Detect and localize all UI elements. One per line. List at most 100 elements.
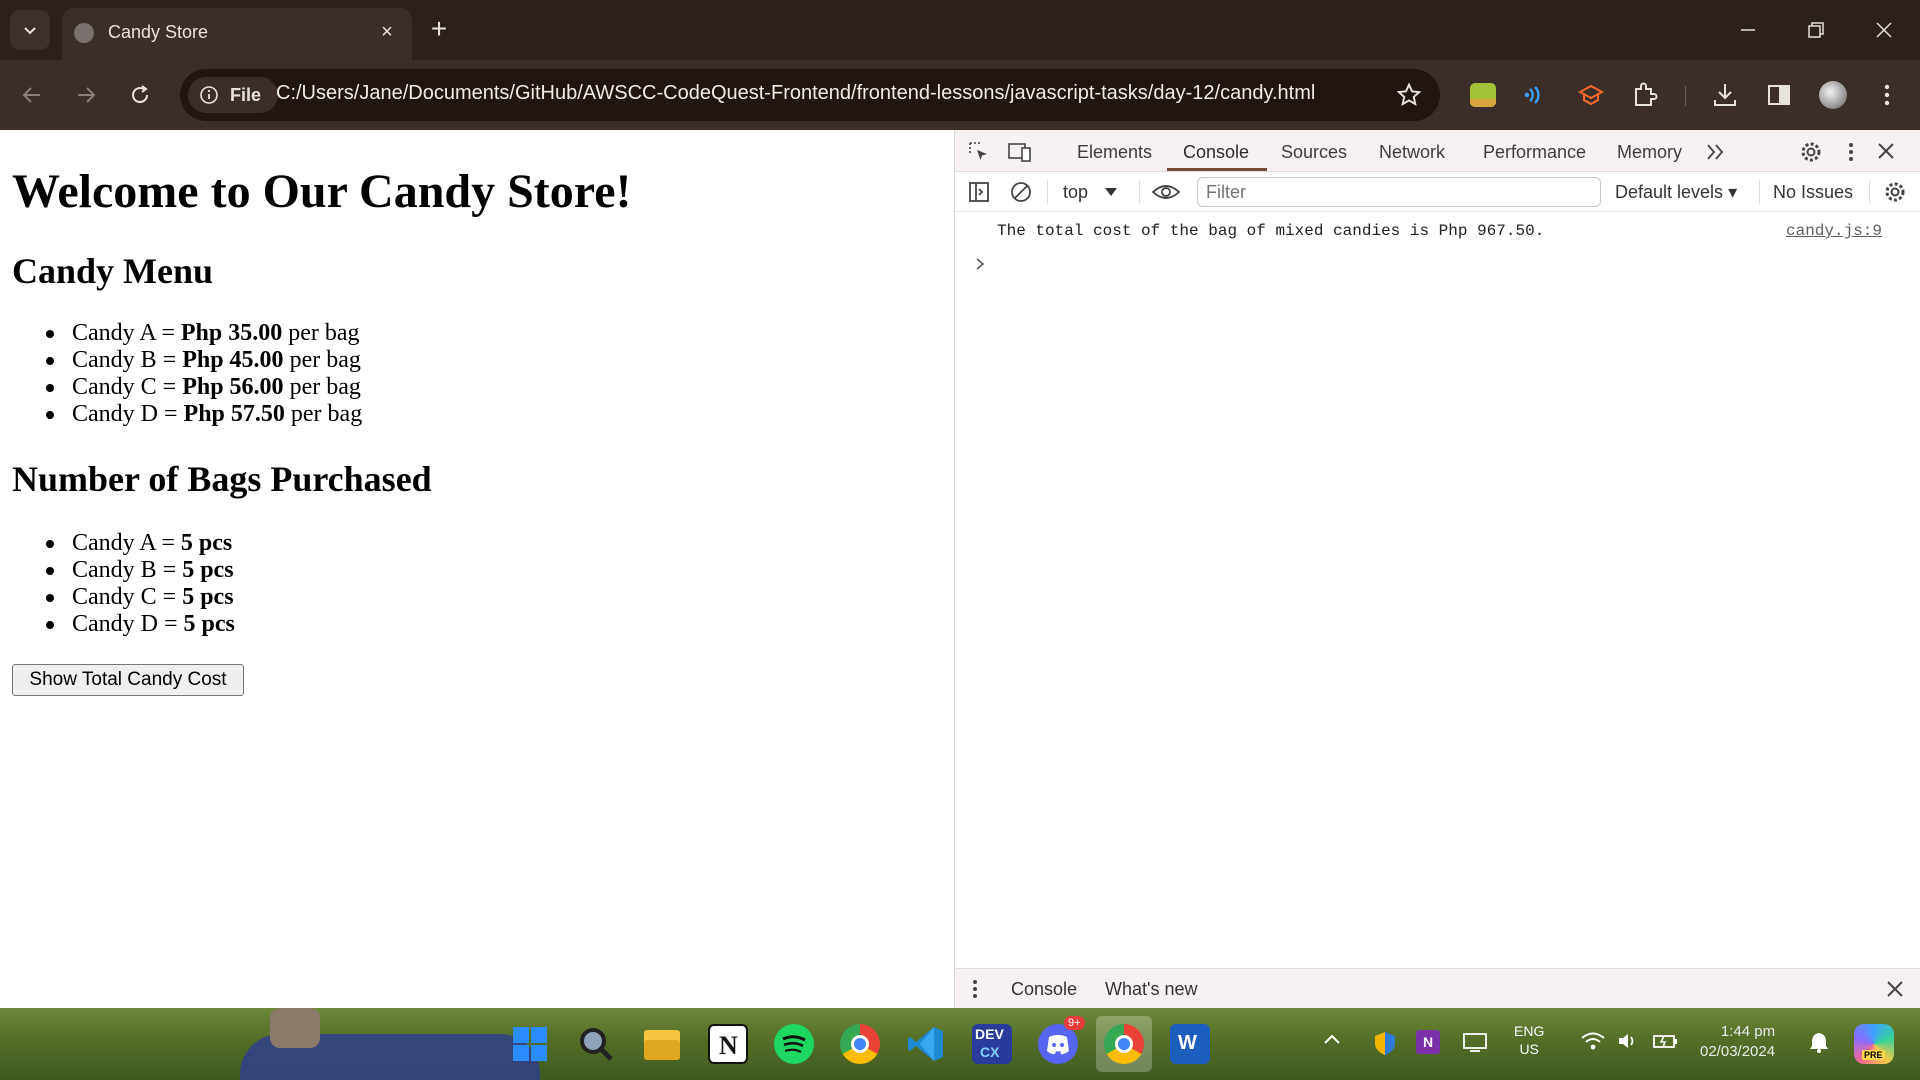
candy-menu-title: Candy Menu bbox=[12, 251, 214, 291]
devtools-tab-bar: Elements Console Sources Network Perform… bbox=[955, 130, 1920, 172]
close-window-button[interactable] bbox=[1862, 10, 1906, 50]
new-tab-button[interactable]: + bbox=[424, 14, 454, 44]
devtools-drawer: Console What's new bbox=[955, 968, 1920, 1008]
side-panel-icon[interactable] bbox=[1764, 80, 1794, 110]
caret-down-icon bbox=[1105, 188, 1117, 196]
toolbar-divider bbox=[1759, 180, 1760, 204]
eye-icon[interactable] bbox=[1151, 181, 1181, 203]
sidebar-toggle-icon[interactable] bbox=[967, 180, 991, 204]
devtools-menu-icon[interactable] bbox=[1841, 140, 1861, 164]
language-indicator[interactable]: ENG US bbox=[1514, 1022, 1544, 1058]
close-drawer-icon[interactable] bbox=[1885, 979, 1905, 999]
show-total-cost-button[interactable]: Show Total Candy Cost bbox=[12, 664, 244, 696]
copilot-icon[interactable]: PRE bbox=[1852, 1022, 1896, 1066]
tab-console[interactable]: Console bbox=[1183, 142, 1249, 163]
chrome-profile-icon[interactable] bbox=[1104, 1024, 1144, 1064]
windows-start-icon[interactable] bbox=[510, 1024, 550, 1064]
tab-elements[interactable]: Elements bbox=[1077, 142, 1152, 163]
bag-item: Candy A = 5 pcs bbox=[46, 530, 235, 557]
browser-tab-bar: Candy Store × + bbox=[0, 0, 1920, 60]
drawer-tab-console[interactable]: Console bbox=[1011, 979, 1077, 1000]
security-shield-icon[interactable] bbox=[1372, 1030, 1398, 1059]
page-heading: Welcome to Our Candy Store! bbox=[12, 165, 632, 218]
volume-icon[interactable] bbox=[1616, 1030, 1640, 1055]
bag-item: Candy C = 5 pcs bbox=[46, 584, 235, 611]
wifi-icon[interactable] bbox=[1580, 1030, 1606, 1055]
notification-badge: 9+ bbox=[1064, 1016, 1085, 1030]
menu-item: Candy C = Php 56.00 per bag bbox=[46, 374, 362, 401]
onenote-icon[interactable]: N bbox=[1416, 1030, 1440, 1054]
active-tab-indicator bbox=[1167, 168, 1267, 171]
notification-bell-icon[interactable] bbox=[1808, 1030, 1830, 1057]
minimize-icon bbox=[1741, 29, 1755, 31]
browser-tab[interactable]: Candy Store × bbox=[62, 8, 412, 60]
file-explorer-icon[interactable] bbox=[642, 1024, 682, 1064]
reload-button[interactable] bbox=[122, 77, 158, 113]
tab-network[interactable]: Network bbox=[1379, 142, 1445, 163]
bag-item: Candy D = 5 pcs bbox=[46, 611, 235, 638]
globe-icon bbox=[74, 23, 94, 43]
battery-icon[interactable] bbox=[1652, 1030, 1680, 1055]
more-menu-icon[interactable] bbox=[1872, 80, 1902, 110]
extensions-puzzle-icon[interactable] bbox=[1630, 80, 1660, 110]
url-text[interactable]: C:/Users/Jane/Documents/GitHub/AWSCC-Cod… bbox=[276, 82, 1315, 105]
chrome-icon[interactable] bbox=[840, 1024, 880, 1064]
restore-button[interactable] bbox=[1794, 10, 1838, 50]
tab-sources[interactable]: Sources bbox=[1281, 142, 1347, 163]
toolbar-divider bbox=[1869, 180, 1870, 204]
extension-1-icon[interactable] bbox=[1468, 80, 1498, 110]
bags-purchased-title: Number of Bags Purchased bbox=[12, 459, 432, 499]
issues-counter[interactable]: No Issues bbox=[1773, 182, 1853, 203]
display-icon[interactable] bbox=[1462, 1030, 1488, 1057]
tab-performance[interactable]: Performance bbox=[1483, 142, 1586, 163]
close-devtools-icon[interactable] bbox=[1875, 140, 1897, 162]
settings-gear-icon[interactable] bbox=[1799, 140, 1823, 164]
vscode-icon[interactable] bbox=[906, 1024, 946, 1064]
context-selector[interactable]: top bbox=[1063, 182, 1088, 203]
tab-memory[interactable]: Memory bbox=[1617, 142, 1682, 163]
extension-2-icon[interactable] bbox=[1522, 80, 1552, 110]
toolbar-divider bbox=[1047, 180, 1048, 204]
profile-avatar-icon[interactable] bbox=[1818, 80, 1848, 110]
device-toolbar-icon[interactable] bbox=[1007, 140, 1033, 164]
site-info-chip[interactable]: File bbox=[188, 77, 278, 113]
browser-toolbar: File C:/Users/Jane/Documents/GitHub/AWSC… bbox=[0, 60, 1920, 130]
drawer-menu-icon[interactable] bbox=[969, 978, 981, 1000]
console-prompt-chevron-icon[interactable] bbox=[973, 256, 987, 272]
inspect-element-icon[interactable] bbox=[967, 140, 991, 164]
drawer-tab-whats-new[interactable]: What's new bbox=[1105, 979, 1197, 1000]
caret-down-icon: ▾ bbox=[1728, 182, 1738, 202]
word-icon[interactable]: W bbox=[1170, 1024, 1210, 1064]
bookmark-star-icon[interactable] bbox=[1396, 82, 1422, 108]
menu-item: Candy D = Php 57.50 per bag bbox=[46, 401, 362, 428]
console-source-link[interactable]: candy.js:9 bbox=[1786, 222, 1882, 240]
discord-icon[interactable]: 9+ bbox=[1038, 1016, 1085, 1064]
address-bar[interactable]: File C:/Users/Jane/Documents/GitHub/AWSC… bbox=[180, 69, 1440, 121]
chevron-down-icon bbox=[24, 27, 36, 35]
log-levels-dropdown[interactable]: Default levels ▾ bbox=[1615, 182, 1737, 203]
menu-item: Candy B = Php 45.00 per bag bbox=[46, 347, 362, 374]
system-clock[interactable]: 1:44 pm 02/03/2024 bbox=[1700, 1022, 1775, 1062]
arrow-left-icon bbox=[22, 87, 40, 103]
clear-console-icon[interactable] bbox=[1009, 180, 1033, 204]
back-button[interactable] bbox=[14, 77, 50, 113]
minimize-button[interactable] bbox=[1726, 10, 1770, 50]
bag-item: Candy B = 5 pcs bbox=[46, 557, 235, 584]
console-settings-icon[interactable] bbox=[1883, 180, 1907, 204]
notion-icon[interactable]: N bbox=[708, 1024, 748, 1064]
extension-3-icon[interactable] bbox=[1576, 80, 1606, 110]
dev-home-icon[interactable]: DEV CX bbox=[972, 1024, 1012, 1064]
file-chip-label: File bbox=[230, 85, 262, 105]
more-tabs-chevron-icon[interactable] bbox=[1705, 142, 1727, 162]
forward-button[interactable] bbox=[68, 77, 104, 113]
download-icon[interactable] bbox=[1710, 80, 1740, 110]
console-filter-input[interactable]: Filter bbox=[1197, 177, 1601, 207]
tray-overflow-chevron-icon[interactable] bbox=[1322, 1030, 1342, 1053]
close-tab-button[interactable]: × bbox=[376, 21, 398, 43]
spotify-icon[interactable] bbox=[774, 1024, 814, 1064]
devtools-panel: Elements Console Sources Network Perform… bbox=[954, 130, 1920, 1008]
bags-purchased-list: Candy A = 5 pcs Candy B = 5 pcs Candy C … bbox=[46, 530, 235, 638]
page-content: Welcome to Our Candy Store! Candy Menu C… bbox=[0, 130, 954, 1008]
tab-search-button[interactable] bbox=[10, 10, 50, 50]
search-icon[interactable] bbox=[576, 1024, 616, 1064]
